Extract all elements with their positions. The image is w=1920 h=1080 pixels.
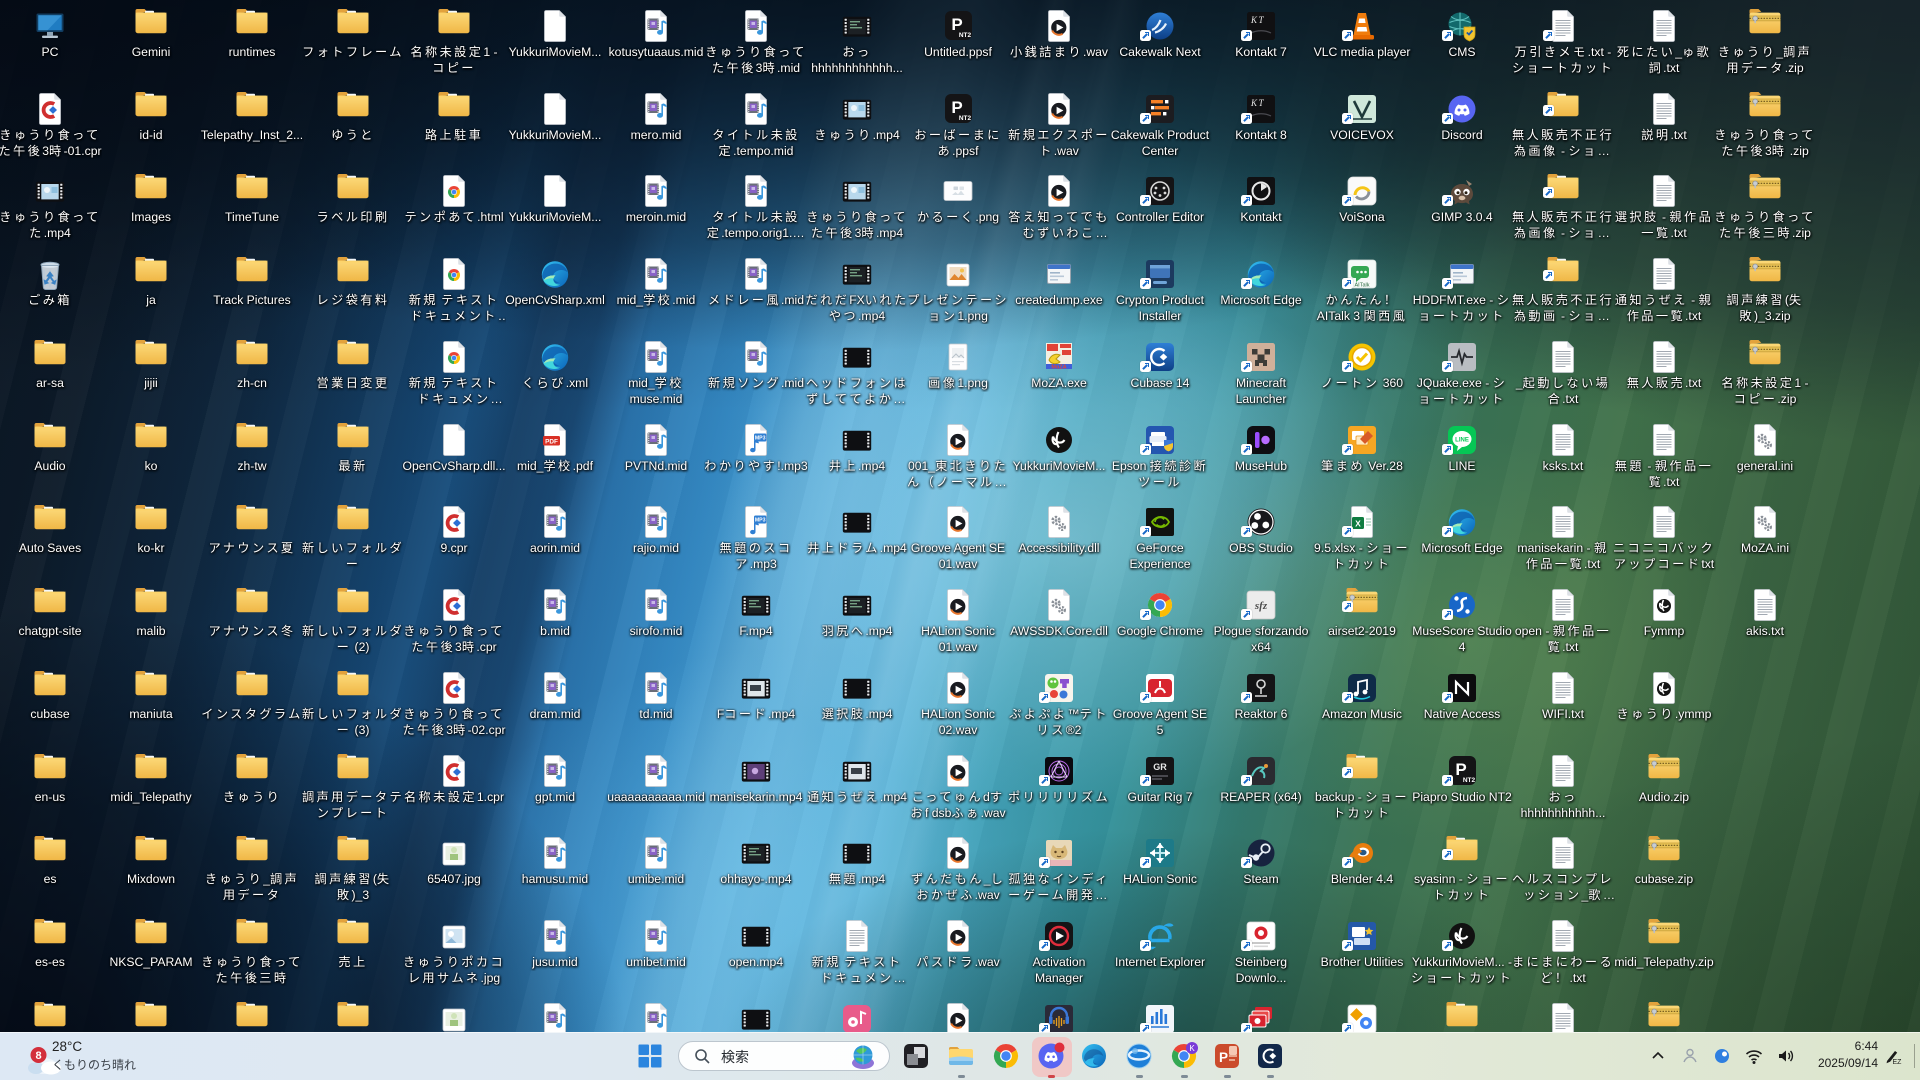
svg-text:EZ: EZ <box>1893 1059 1902 1066</box>
svg-text:8: 8 <box>35 1050 41 1062</box>
svg-text:P: P <box>1219 1050 1228 1065</box>
svg-text:K: K <box>1189 1044 1195 1053</box>
